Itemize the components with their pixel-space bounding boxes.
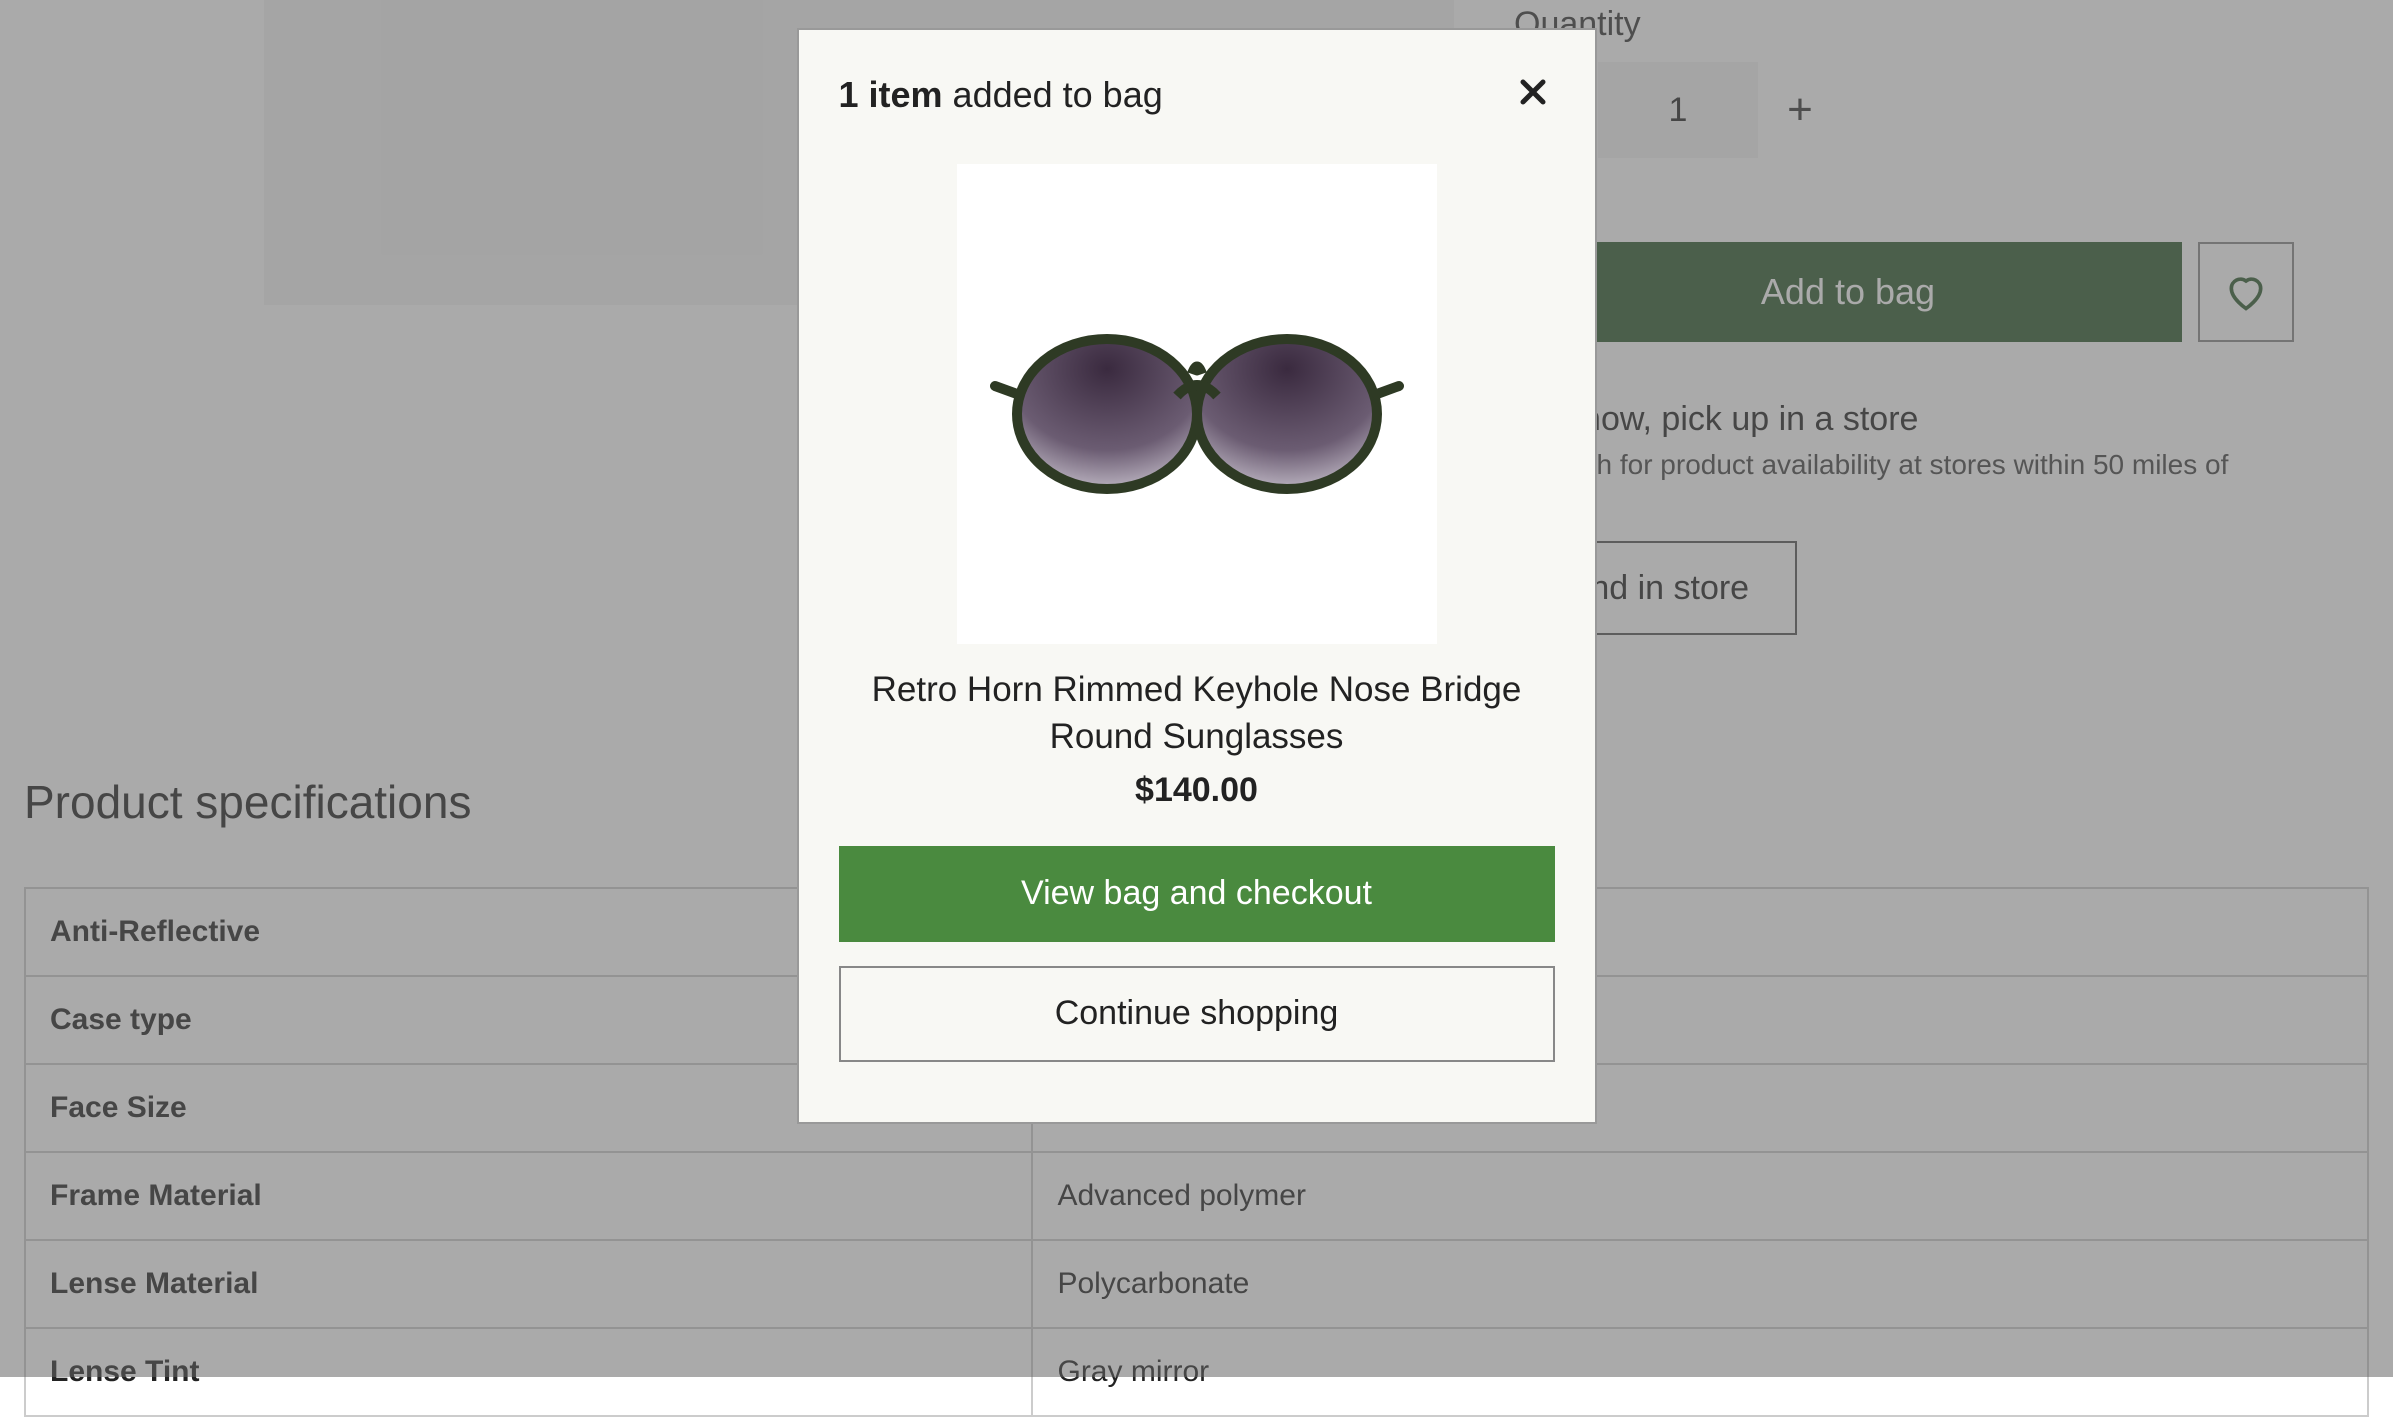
continue-shopping-button[interactable]: Continue shopping [839, 966, 1555, 1062]
modal-title-count: 1 item [839, 74, 943, 115]
added-to-bag-modal: 1 item added to bag [797, 28, 1597, 1124]
sunglasses-icon [987, 304, 1407, 504]
modal-overlay[interactable]: 1 item added to bag [0, 0, 2393, 1377]
view-bag-button[interactable]: View bag and checkout [839, 846, 1555, 942]
close-icon [1518, 77, 1548, 107]
modal-product-name: Retro Horn Rimmed Keyhole Nose Bridge Ro… [839, 666, 1555, 761]
modal-product-image [957, 164, 1437, 644]
modal-product-image-wrap [839, 164, 1555, 644]
modal-title-text: added to bag [943, 74, 1163, 115]
modal-product-price: $140.00 [839, 771, 1555, 810]
modal-title: 1 item added to bag [839, 74, 1555, 116]
modal-close-button[interactable] [1511, 70, 1555, 114]
